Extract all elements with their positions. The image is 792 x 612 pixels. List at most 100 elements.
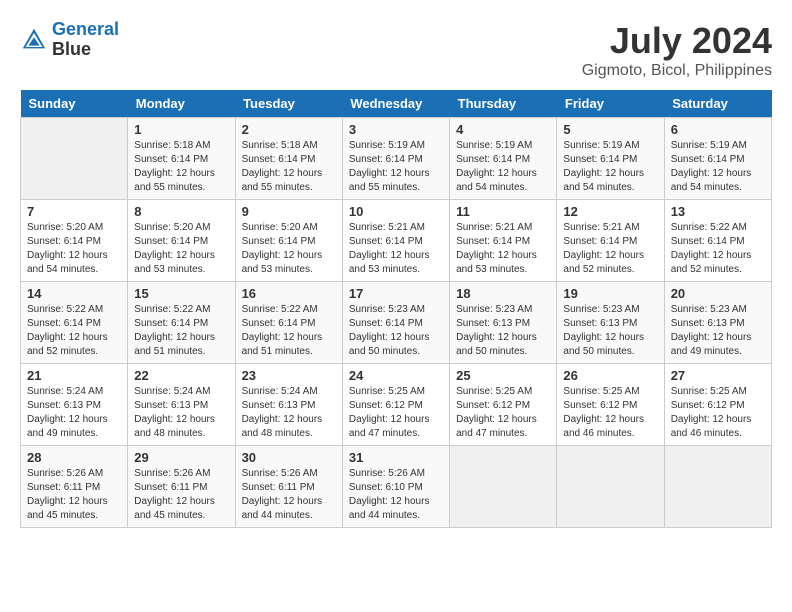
day-info: Sunrise: 5:20 AM Sunset: 6:14 PM Dayligh… bbox=[27, 221, 121, 277]
day-number: 18 bbox=[456, 286, 550, 301]
dow-header: Wednesday bbox=[342, 90, 449, 118]
day-info: Sunrise: 5:20 AM Sunset: 6:14 PM Dayligh… bbox=[134, 221, 228, 277]
calendar-cell: 10 Sunrise: 5:21 AM Sunset: 6:14 PM Dayli… bbox=[342, 200, 449, 282]
calendar-cell: 16 Sunrise: 5:22 AM Sunset: 6:14 PM Dayli… bbox=[235, 282, 342, 364]
day-info: Sunrise: 5:22 AM Sunset: 6:14 PM Dayligh… bbox=[242, 303, 336, 359]
day-info: Sunrise: 5:22 AM Sunset: 6:14 PM Dayligh… bbox=[134, 303, 228, 359]
calendar-cell: 14 Sunrise: 5:22 AM Sunset: 6:14 PM Dayli… bbox=[21, 282, 128, 364]
day-info: Sunrise: 5:24 AM Sunset: 6:13 PM Dayligh… bbox=[242, 385, 336, 441]
calendar-cell: 13 Sunrise: 5:22 AM Sunset: 6:14 PM Dayli… bbox=[664, 200, 771, 282]
day-number: 23 bbox=[242, 368, 336, 383]
dow-header: Sunday bbox=[21, 90, 128, 118]
calendar-week-row: 1 Sunrise: 5:18 AM Sunset: 6:14 PM Daylig… bbox=[21, 118, 772, 200]
page-header: GeneralBlue July 2024 Gigmoto, Bicol, Ph… bbox=[20, 20, 772, 80]
day-info: Sunrise: 5:25 AM Sunset: 6:12 PM Dayligh… bbox=[456, 385, 550, 441]
calendar-week-row: 21 Sunrise: 5:24 AM Sunset: 6:13 PM Dayli… bbox=[21, 364, 772, 446]
day-info: Sunrise: 5:18 AM Sunset: 6:14 PM Dayligh… bbox=[242, 139, 336, 195]
day-info: Sunrise: 5:19 AM Sunset: 6:14 PM Dayligh… bbox=[349, 139, 443, 195]
day-number: 27 bbox=[671, 368, 765, 383]
calendar-cell bbox=[450, 446, 557, 528]
day-number: 28 bbox=[27, 450, 121, 465]
calendar-week-row: 7 Sunrise: 5:20 AM Sunset: 6:14 PM Daylig… bbox=[21, 200, 772, 282]
day-info: Sunrise: 5:23 AM Sunset: 6:13 PM Dayligh… bbox=[671, 303, 765, 359]
day-info: Sunrise: 5:19 AM Sunset: 6:14 PM Dayligh… bbox=[456, 139, 550, 195]
day-info: Sunrise: 5:24 AM Sunset: 6:13 PM Dayligh… bbox=[27, 385, 121, 441]
calendar-cell: 24 Sunrise: 5:25 AM Sunset: 6:12 PM Dayli… bbox=[342, 364, 449, 446]
dow-header: Tuesday bbox=[235, 90, 342, 118]
calendar-cell: 26 Sunrise: 5:25 AM Sunset: 6:12 PM Dayli… bbox=[557, 364, 664, 446]
day-number: 21 bbox=[27, 368, 121, 383]
day-info: Sunrise: 5:25 AM Sunset: 6:12 PM Dayligh… bbox=[671, 385, 765, 441]
day-number: 29 bbox=[134, 450, 228, 465]
day-info: Sunrise: 5:23 AM Sunset: 6:14 PM Dayligh… bbox=[349, 303, 443, 359]
logo-text: GeneralBlue bbox=[52, 20, 119, 60]
calendar-cell: 7 Sunrise: 5:20 AM Sunset: 6:14 PM Daylig… bbox=[21, 200, 128, 282]
calendar-cell: 25Sunrise: 5:25 AM Sunset: 6:12 PM Dayli… bbox=[450, 364, 557, 446]
calendar-cell: 17 Sunrise: 5:23 AM Sunset: 6:14 PM Dayli… bbox=[342, 282, 449, 364]
day-number: 20 bbox=[671, 286, 765, 301]
day-number: 12 bbox=[563, 204, 657, 219]
day-number: 13 bbox=[671, 204, 765, 219]
calendar-cell: 27 Sunrise: 5:25 AM Sunset: 6:12 PM Dayli… bbox=[664, 364, 771, 446]
day-info: Sunrise: 5:25 AM Sunset: 6:12 PM Dayligh… bbox=[563, 385, 657, 441]
day-number: 22 bbox=[134, 368, 228, 383]
day-info: Sunrise: 5:20 AM Sunset: 6:14 PM Dayligh… bbox=[242, 221, 336, 277]
day-info: Sunrise: 5:26 AM Sunset: 6:11 PM Dayligh… bbox=[242, 467, 336, 523]
day-info: Sunrise: 5:22 AM Sunset: 6:14 PM Dayligh… bbox=[671, 221, 765, 277]
calendar-cell bbox=[557, 446, 664, 528]
calendar-cell: 1Sunrise: 5:18 AM Sunset: 6:14 PM Daylig… bbox=[128, 118, 235, 200]
day-number: 14 bbox=[27, 286, 121, 301]
calendar-table: SundayMondayTuesdayWednesdayThursdayFrid… bbox=[20, 90, 772, 528]
calendar-cell: 23 Sunrise: 5:24 AM Sunset: 6:13 PM Dayli… bbox=[235, 364, 342, 446]
day-number: 17 bbox=[349, 286, 443, 301]
day-number: 7 bbox=[27, 204, 121, 219]
day-number: 5 bbox=[563, 122, 657, 137]
day-info: Sunrise: 5:19 AM Sunset: 6:14 PM Dayligh… bbox=[671, 139, 765, 195]
day-number: 30 bbox=[242, 450, 336, 465]
calendar-cell: 30 Sunrise: 5:26 AM Sunset: 6:11 PM Dayli… bbox=[235, 446, 342, 528]
day-number: 11 bbox=[456, 204, 550, 219]
calendar-cell: 4 Sunrise: 5:19 AM Sunset: 6:14 PM Daylig… bbox=[450, 118, 557, 200]
day-number: 31 bbox=[349, 450, 443, 465]
day-info: Sunrise: 5:25 AM Sunset: 6:12 PM Dayligh… bbox=[349, 385, 443, 441]
day-info: Sunrise: 5:21 AM Sunset: 6:14 PM Dayligh… bbox=[349, 221, 443, 277]
day-info: Sunrise: 5:26 AM Sunset: 6:10 PM Dayligh… bbox=[349, 467, 443, 523]
day-info: Sunrise: 5:23 AM Sunset: 6:13 PM Dayligh… bbox=[563, 303, 657, 359]
calendar-body: 1 Sunrise: 5:18 AM Sunset: 6:14 PM Daylig… bbox=[21, 118, 772, 528]
calendar-week-row: 28 Sunrise: 5:26 AM Sunset: 6:11 PM Dayli… bbox=[21, 446, 772, 528]
calendar-cell: 22Sunrise: 5:24 AM Sunset: 6:13 PM Dayli… bbox=[128, 364, 235, 446]
calendar-cell: 8Sunrise: 5:20 AM Sunset: 6:14 PM Daylig… bbox=[128, 200, 235, 282]
title-block: July 2024 Gigmoto, Bicol, Philippines bbox=[582, 20, 772, 80]
calendar-cell: 5 Sunrise: 5:19 AM Sunset: 6:14 PM Daylig… bbox=[557, 118, 664, 200]
calendar-cell: 3 Sunrise: 5:19 AM Sunset: 6:14 PM Daylig… bbox=[342, 118, 449, 200]
dow-header: Saturday bbox=[664, 90, 771, 118]
day-info: Sunrise: 5:19 AM Sunset: 6:14 PM Dayligh… bbox=[563, 139, 657, 195]
day-number: 26 bbox=[563, 368, 657, 383]
day-number: 24 bbox=[349, 368, 443, 383]
calendar-cell: 21 Sunrise: 5:24 AM Sunset: 6:13 PM Dayli… bbox=[21, 364, 128, 446]
calendar-cell: 11 Sunrise: 5:21 AM Sunset: 6:14 PM Dayli… bbox=[450, 200, 557, 282]
day-info: Sunrise: 5:23 AM Sunset: 6:13 PM Dayligh… bbox=[456, 303, 550, 359]
calendar-cell: 20 Sunrise: 5:23 AM Sunset: 6:13 PM Dayli… bbox=[664, 282, 771, 364]
logo-icon bbox=[20, 26, 48, 54]
day-number: 3 bbox=[349, 122, 443, 137]
day-number: 1 bbox=[134, 122, 228, 137]
day-info: Sunrise: 5:21 AM Sunset: 6:14 PM Dayligh… bbox=[563, 221, 657, 277]
dow-header: Friday bbox=[557, 90, 664, 118]
day-number: 15 bbox=[134, 286, 228, 301]
day-number: 9 bbox=[242, 204, 336, 219]
day-number: 2 bbox=[242, 122, 336, 137]
day-number: 10 bbox=[349, 204, 443, 219]
calendar-week-row: 14 Sunrise: 5:22 AM Sunset: 6:14 PM Dayli… bbox=[21, 282, 772, 364]
day-info: Sunrise: 5:21 AM Sunset: 6:14 PM Dayligh… bbox=[456, 221, 550, 277]
day-info: Sunrise: 5:26 AM Sunset: 6:11 PM Dayligh… bbox=[134, 467, 228, 523]
calendar-cell bbox=[664, 446, 771, 528]
day-number: 16 bbox=[242, 286, 336, 301]
day-info: Sunrise: 5:22 AM Sunset: 6:14 PM Dayligh… bbox=[27, 303, 121, 359]
month-year: July 2024 bbox=[582, 20, 772, 62]
day-number: 6 bbox=[671, 122, 765, 137]
location: Gigmoto, Bicol, Philippines bbox=[582, 62, 772, 80]
days-of-week-row: SundayMondayTuesdayWednesdayThursdayFrid… bbox=[21, 90, 772, 118]
day-number: 4 bbox=[456, 122, 550, 137]
dow-header: Thursday bbox=[450, 90, 557, 118]
